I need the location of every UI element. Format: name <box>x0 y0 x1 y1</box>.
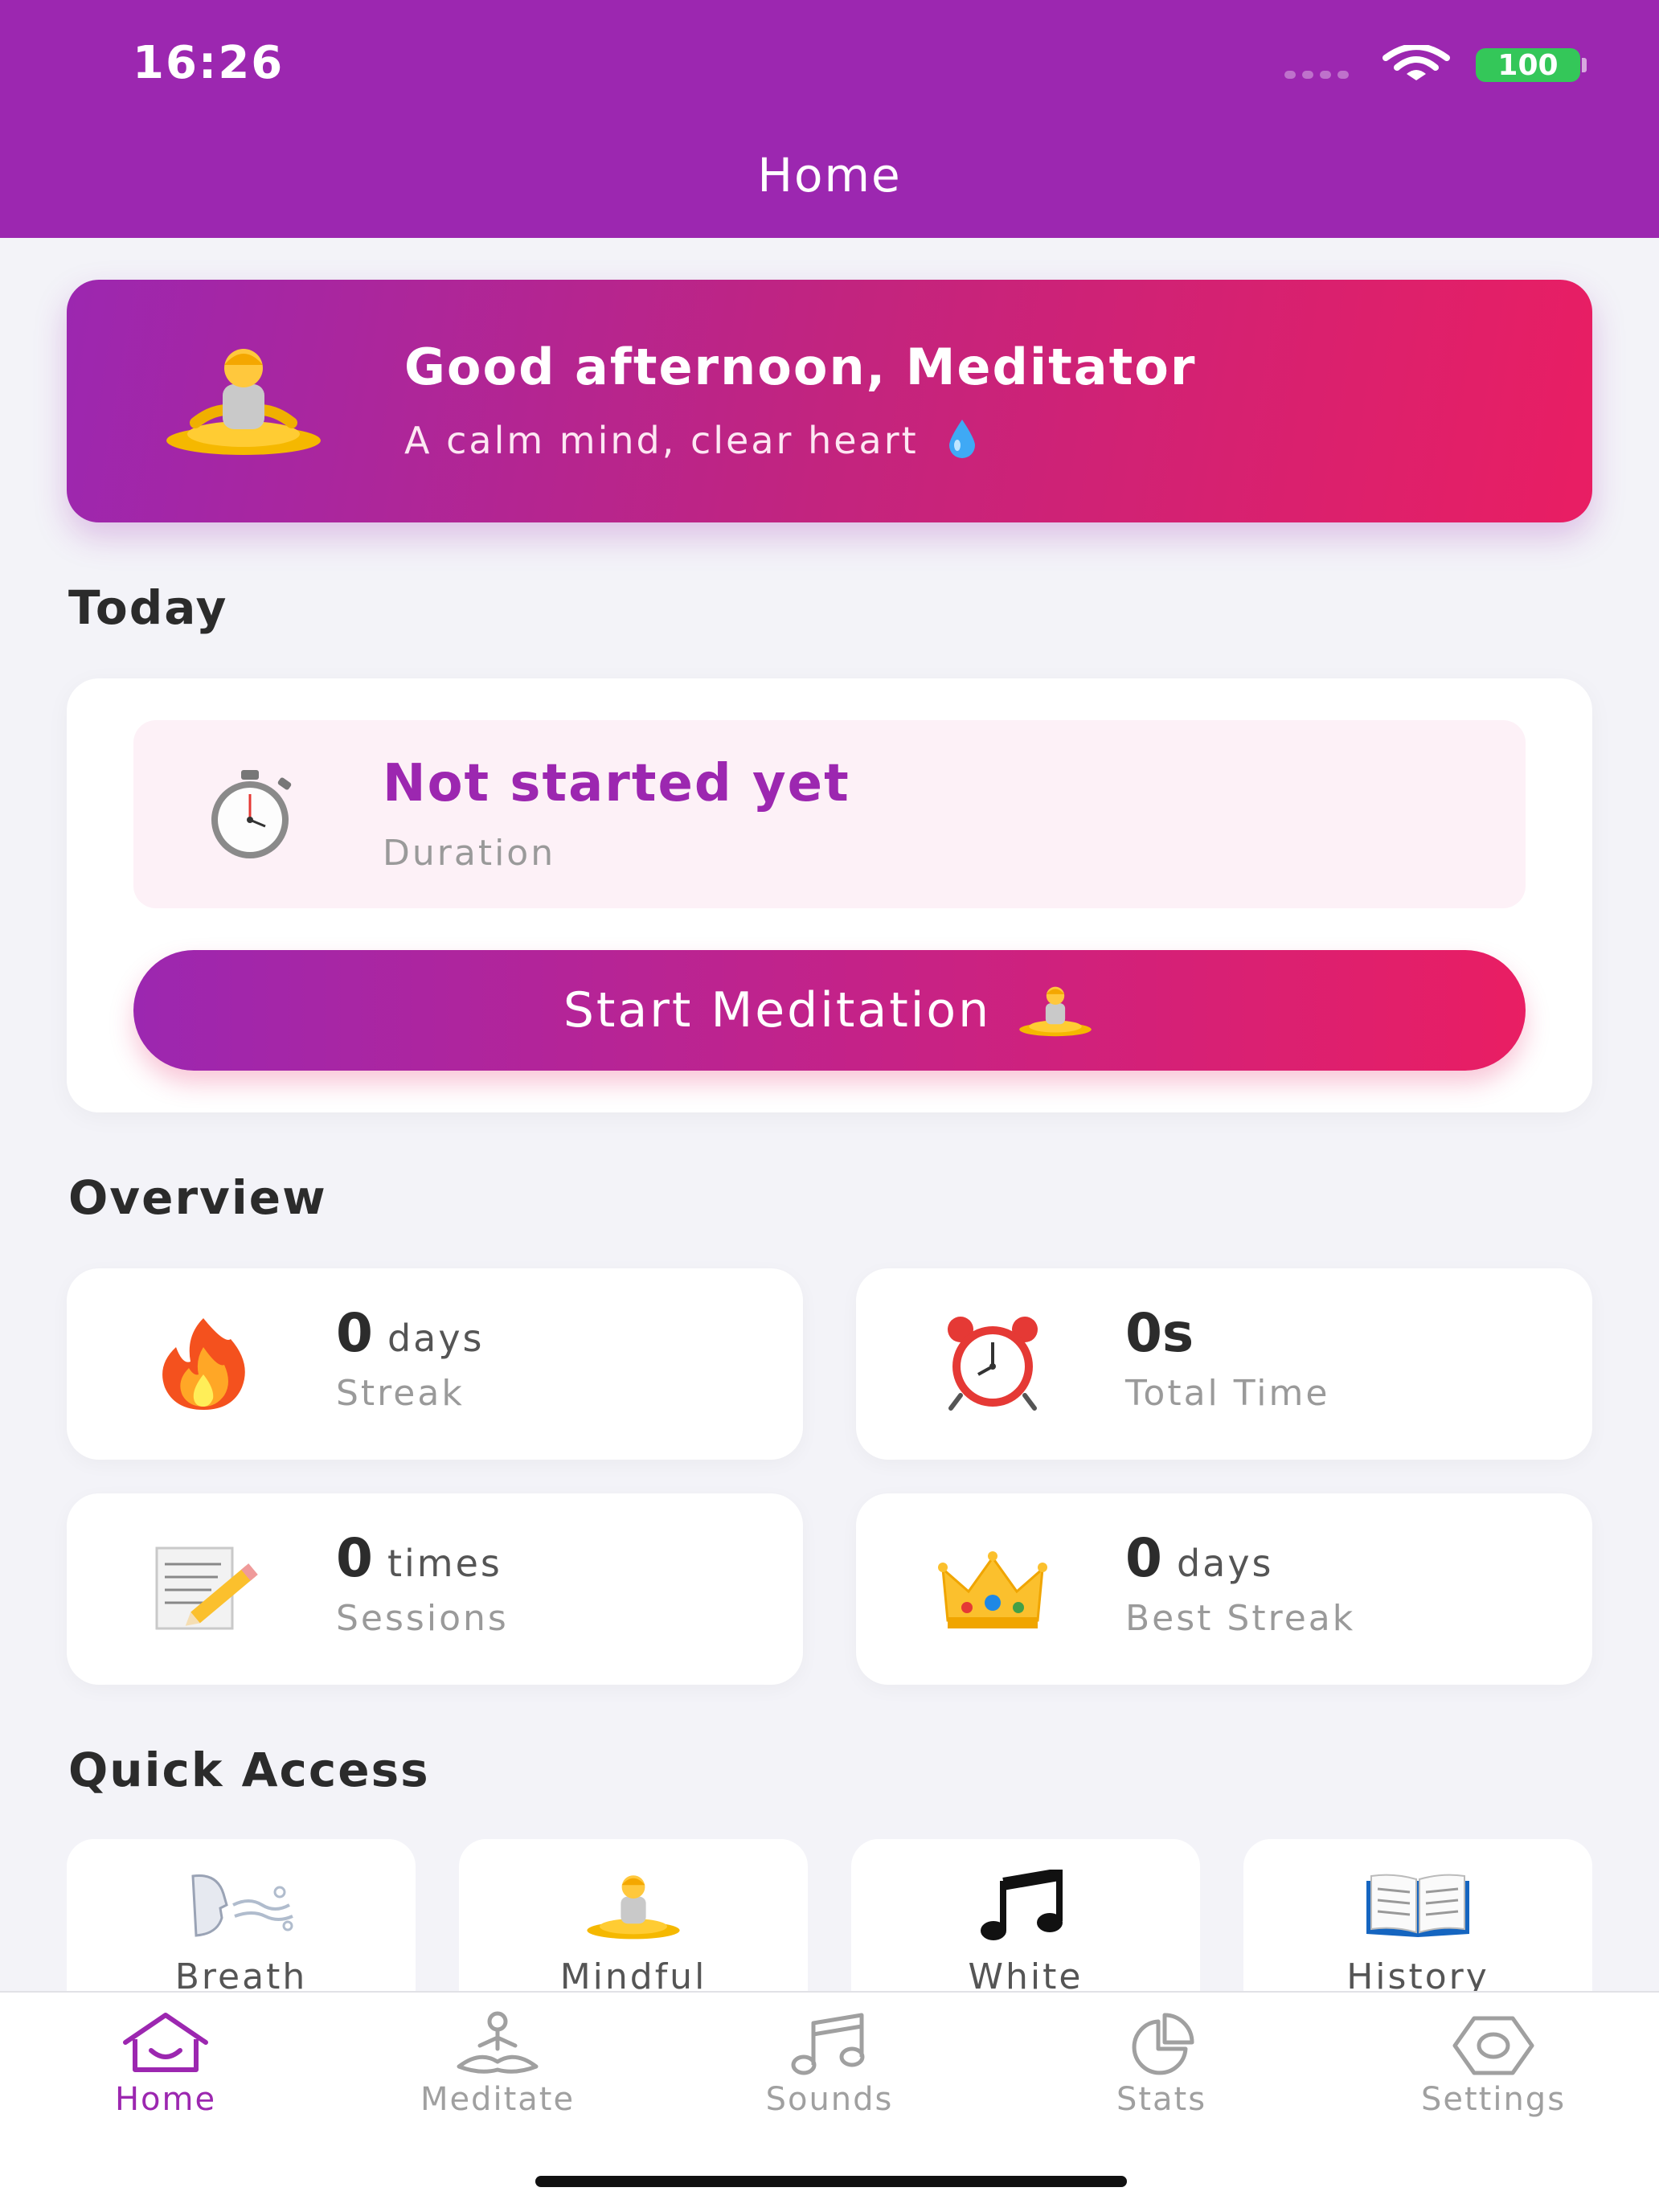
stopwatch-icon <box>211 770 292 858</box>
battery-tip <box>1582 58 1587 72</box>
duration-status: Not started yet <box>383 754 850 813</box>
greeting-subtitle: A calm mind, clear heart <box>404 418 978 462</box>
today-card: Not started yet Duration Start Meditatio… <box>67 678 1592 1112</box>
stat-label: Best Streak <box>1125 1598 1356 1639</box>
tab-label: Sounds <box>765 2081 894 2118</box>
breath-icon <box>191 1874 293 1937</box>
stat-card-streak[interactable]: 0 days Streak <box>67 1268 803 1460</box>
battery-indicator: 100 <box>1476 48 1580 82</box>
meditate-icon <box>457 2011 539 2074</box>
duration-box: Not started yet Duration <box>133 720 1526 908</box>
fire-icon <box>162 1318 245 1410</box>
tab-meditate[interactable]: Meditate <box>377 2009 618 2118</box>
wifi-icon <box>1382 45 1450 80</box>
tab-stats[interactable]: Stats <box>1041 2009 1282 2118</box>
memo-icon <box>155 1546 258 1630</box>
tab-settings[interactable]: Settings <box>1373 2009 1614 2118</box>
home-icon <box>123 2013 208 2072</box>
settings-icon <box>1452 2016 1534 2075</box>
start-meditation-label: Start Meditation <box>563 982 992 1038</box>
home-screen: 16:26 100 Home Good afternoon, Meditator… <box>0 0 1659 2212</box>
music-icon <box>791 2013 865 2075</box>
stat-number: 0 <box>336 1527 373 1589</box>
stat-unit: times <box>387 1542 502 1585</box>
today-section-title: Today <box>68 580 228 635</box>
stat-card-total-time[interactable]: 0s Total Time <box>856 1268 1592 1460</box>
meditating-person-icon <box>1019 986 1092 1037</box>
stat-label: Sessions <box>336 1598 509 1639</box>
quick-access-white[interactable]: White <box>851 1839 1200 2000</box>
stat-label: Streak <box>336 1373 465 1414</box>
home-indicator <box>535 2176 1127 2187</box>
quick-access-breath[interactable]: Breath <box>67 1839 416 2000</box>
stat-value: 0 days <box>336 1302 485 1364</box>
overview-section-title: Overview <box>68 1170 327 1225</box>
stat-unit: days <box>387 1317 485 1360</box>
stat-card-sessions[interactable]: 0 times Sessions <box>67 1493 803 1685</box>
app-header: 16:26 100 Home <box>0 0 1659 238</box>
tab-label: Home <box>114 2081 217 2118</box>
cellular-signal-icon <box>1284 71 1349 79</box>
tab-label: Stats <box>1116 2081 1207 2118</box>
book-icon <box>1366 1874 1469 1937</box>
crown-icon <box>938 1551 1047 1628</box>
quick-access-history[interactable]: History <box>1243 1839 1592 2000</box>
tab-home[interactable]: Home <box>45 2009 286 2118</box>
duration-label: Duration <box>383 833 556 874</box>
stat-card-best-streak[interactable]: 0 days Best Streak <box>856 1493 1592 1685</box>
stat-value: 0 days <box>1125 1527 1274 1589</box>
meditating-person-icon <box>587 1875 680 1940</box>
tab-sounds[interactable]: Sounds <box>709 2009 950 2118</box>
droplet-icon <box>948 420 975 458</box>
meditating-person-icon <box>166 349 321 455</box>
tab-label: Settings <box>1420 2081 1567 2118</box>
stat-number: 0 <box>336 1302 373 1364</box>
alarm-clock-icon <box>948 1317 1038 1411</box>
page-title: Home <box>757 148 902 203</box>
status-time: 16:26 <box>133 37 285 89</box>
stat-value: 0 times <box>336 1527 502 1589</box>
stat-number: 0s <box>1125 1302 1194 1364</box>
stat-unit: days <box>1176 1542 1274 1585</box>
greeting-subtitle-text: A calm mind, clear heart <box>404 419 919 462</box>
quick-access-section-title: Quick Access <box>68 1743 430 1797</box>
music-note-icon <box>981 1870 1063 1940</box>
pie-chart-icon <box>1132 2013 1194 2075</box>
stat-value: 0s <box>1125 1302 1208 1364</box>
start-meditation-button[interactable]: Start Meditation <box>133 950 1526 1071</box>
greeting-title: Good afternoon, Meditator <box>404 338 1197 396</box>
stat-number: 0 <box>1125 1527 1162 1589</box>
tab-label: Meditate <box>420 2081 576 2118</box>
quick-access-mindful[interactable]: Mindful <box>459 1839 808 2000</box>
stat-label: Total Time <box>1125 1373 1330 1414</box>
greeting-banner: Good afternoon, Meditator A calm mind, c… <box>67 280 1592 522</box>
